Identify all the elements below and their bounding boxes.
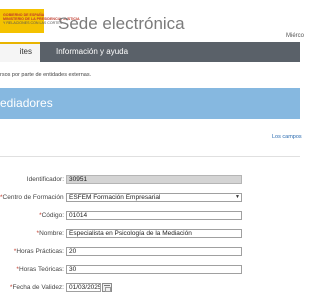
header-date-text: Miérco [286, 33, 305, 39]
notice-text: rsos por parte de entidades externas. [0, 72, 92, 78]
page-title: ediadores [0, 96, 53, 110]
government-logo[interactable]: GOBIERNO DE ESPAÑA MINISTERIO DE LA PRES… [0, 9, 80, 33]
identificador-label-text: Identificador: [26, 176, 64, 183]
centro-select[interactable]: ESFEM Formación Empresarial ▼ [66, 193, 242, 202]
fecha-validez-label-text: Fecha de Validez: [12, 284, 64, 291]
centro-selected-value: ESFEM Formación Empresarial [69, 194, 161, 201]
divider [0, 156, 300, 157]
tab-informacion-ayuda[interactable]: Información y ayuda [56, 42, 128, 62]
codigo-label-text: Código: [41, 212, 64, 219]
horas-practicas-label-text: Horas Prácticas: [16, 248, 64, 255]
logo-line-3: Y RELACIONES CON LAS CORTES [3, 21, 63, 25]
main-nav: ites Información y ayuda [0, 42, 300, 62]
nombre-input[interactable]: Especialista en Psicología de la Mediaci… [66, 229, 242, 238]
nombre-label: *Nombre: [0, 230, 64, 237]
nombre-label-text: Nombre: [39, 230, 64, 237]
tab-tramites[interactable]: ites [0, 42, 40, 62]
centro-label-text: Centro de Formación : [2, 194, 68, 201]
fecha-validez-input[interactable]: 01/03/2025 [66, 283, 101, 292]
site-title[interactable]: Sede electrónica [58, 14, 185, 34]
codigo-input[interactable]: 01014 [66, 211, 242, 220]
horas-practicas-input[interactable]: 20 [66, 247, 242, 256]
identificador-label: Identificador: [0, 176, 64, 183]
fecha-validez-label: *Fecha de Validez: [0, 284, 64, 291]
horas-teoricas-input[interactable]: 30 [66, 265, 242, 274]
chevron-down-icon: ▼ [235, 194, 240, 200]
site-header: GOBIERNO DE ESPAÑA MINISTERIO DE LA PRES… [0, 0, 304, 42]
centro-label: *Centro de Formación : [0, 194, 67, 201]
required-fields-note: Los campos [272, 134, 302, 140]
codigo-label: *Código: [0, 212, 64, 219]
horas-practicas-label: *Horas Prácticas: [0, 248, 64, 255]
identificador-field: 30951 [66, 175, 242, 184]
page-banner: ediadores [0, 88, 300, 119]
horas-teoricas-label-text: Horas Teóricas: [18, 266, 64, 273]
horas-teoricas-label: *Horas Teóricas: [0, 266, 64, 273]
calendar-icon[interactable] [102, 283, 112, 292]
